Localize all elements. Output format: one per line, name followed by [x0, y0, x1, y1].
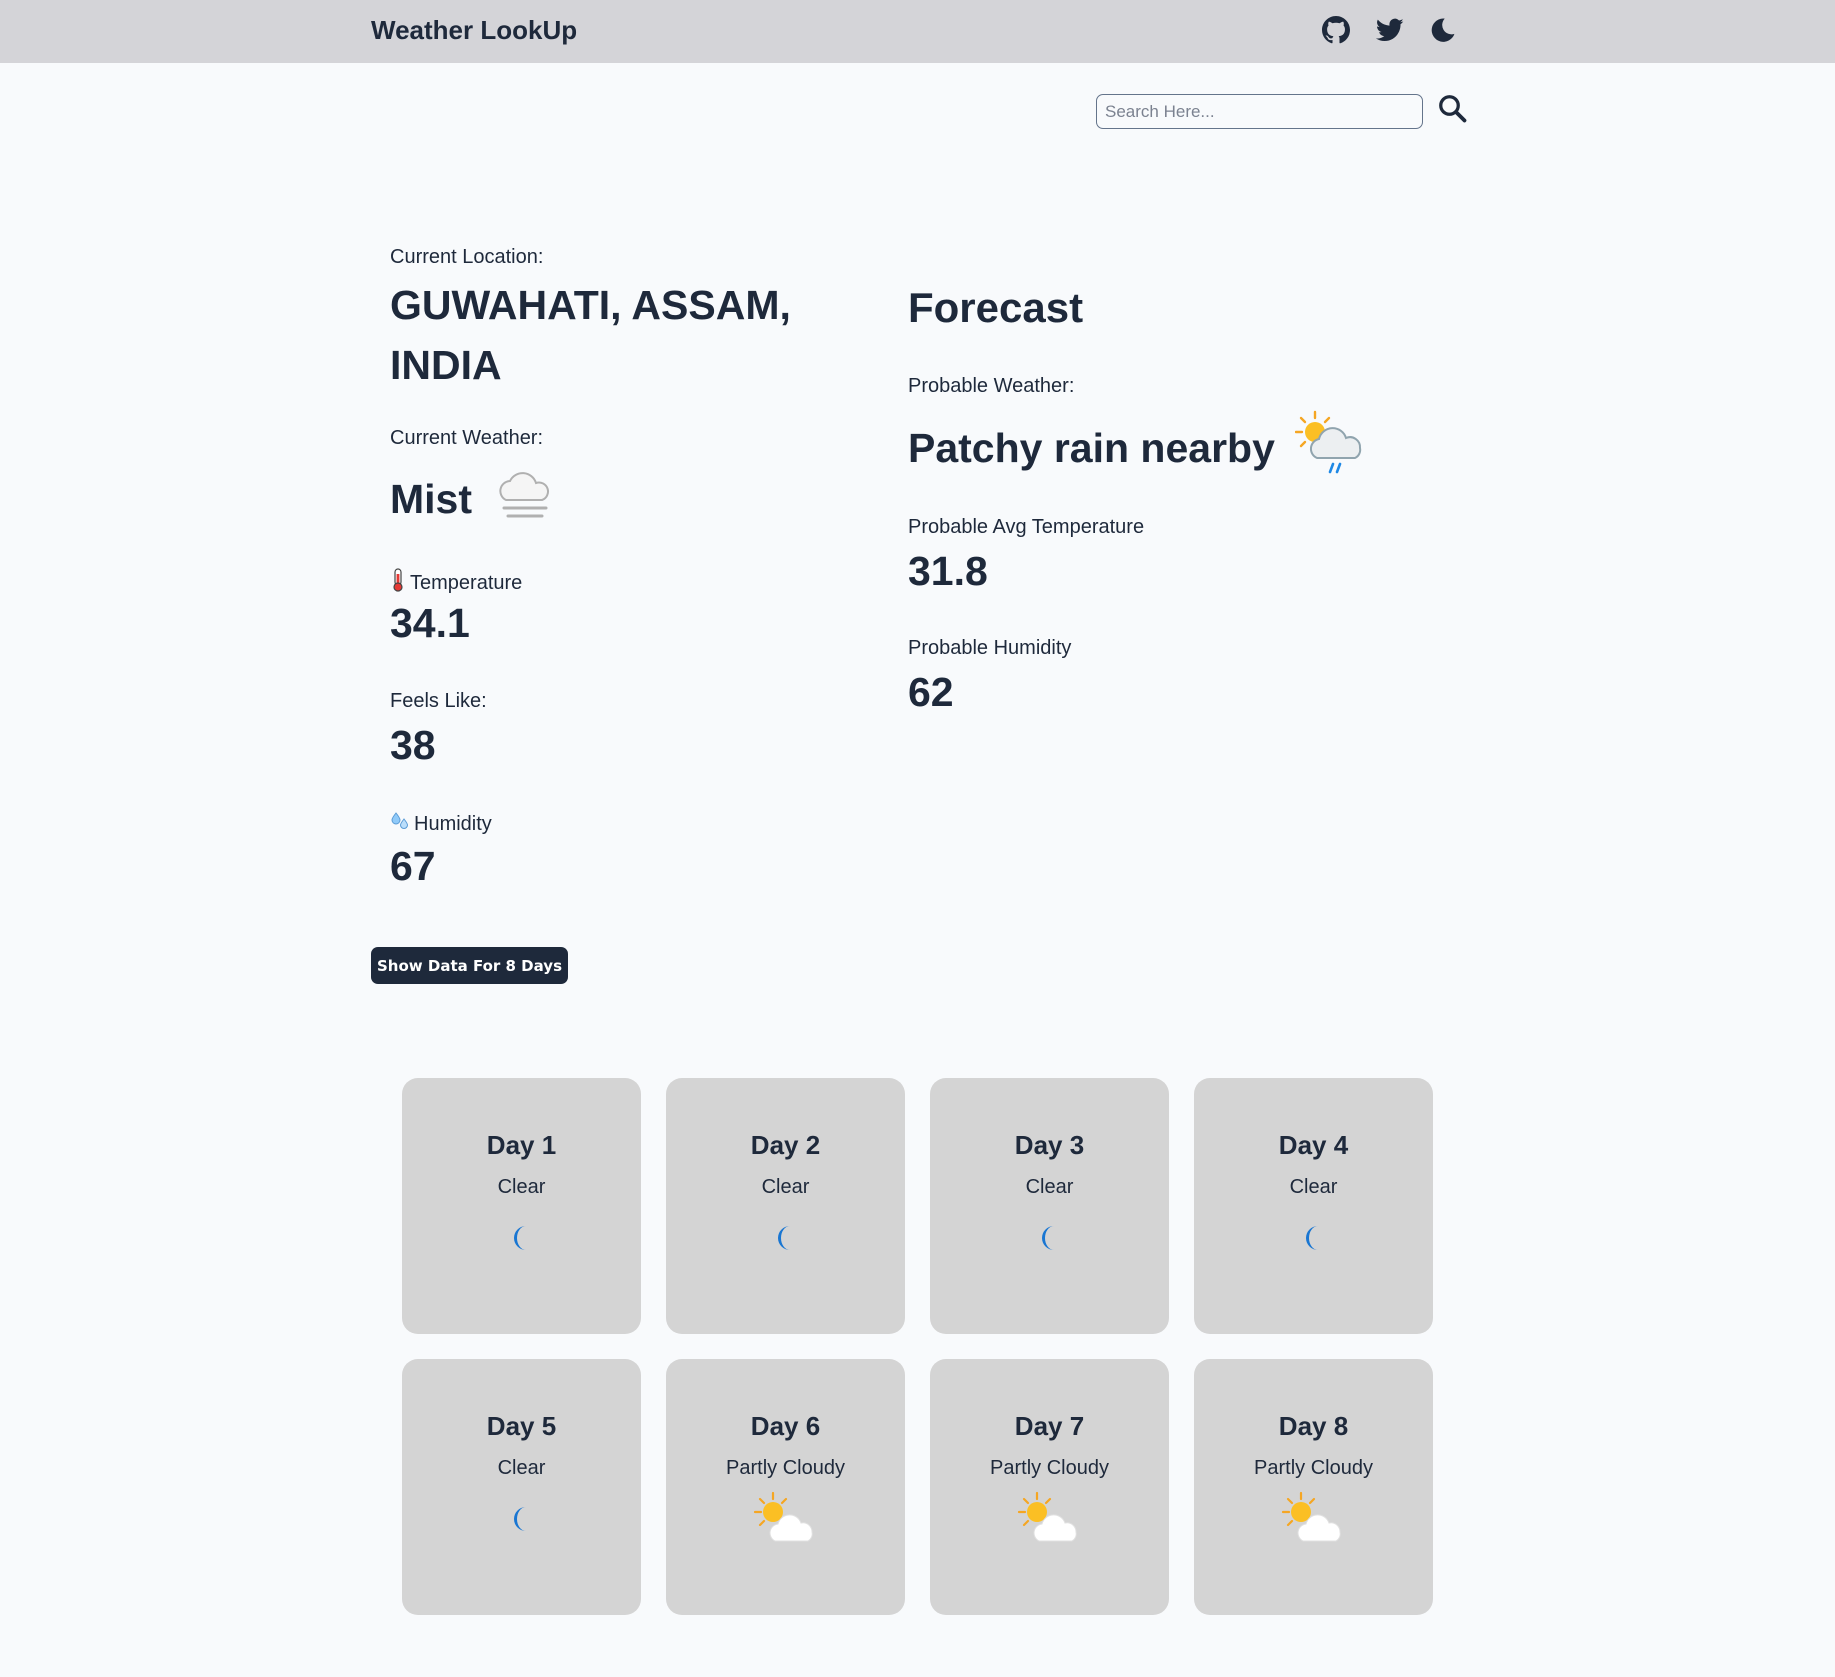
crescent-moon-icon	[487, 1208, 557, 1268]
temperature-value: 34.1	[390, 600, 470, 646]
day-card-4[interactable]: Day 4 Clear	[1194, 1078, 1433, 1334]
temperature-label: Temperature	[390, 568, 522, 598]
day-card-6[interactable]: Day 6 Partly Cloudy	[666, 1359, 905, 1615]
day-condition: Partly Cloudy	[726, 1457, 845, 1479]
day-title: Day 8	[1278, 1411, 1349, 1441]
forecast-title: Forecast	[908, 284, 1084, 331]
day-condition: Partly Cloudy	[1254, 1457, 1373, 1479]
day-card-2[interactable]: Day 2 Clear	[666, 1078, 905, 1334]
day-condition: Clear	[1289, 1176, 1338, 1198]
fog-icon	[494, 466, 554, 532]
sun-cloud-rain-icon	[1294, 410, 1367, 486]
search-input[interactable]	[1096, 94, 1423, 129]
probable-weather-label: Probable Weather:	[908, 375, 1075, 397]
navbar: Weather LookUp	[0, 0, 1835, 63]
day-card-7[interactable]: Day 7 Partly Cloudy	[930, 1359, 1169, 1615]
temperature-label-text: Temperature	[410, 571, 523, 594]
day-condition: Clear	[497, 1457, 546, 1479]
day-card-3[interactable]: Day 3 Clear	[930, 1078, 1169, 1334]
twitter-icon[interactable]	[1376, 16, 1404, 44]
probable-avg-temp-value: 31.8	[908, 548, 988, 594]
day-card-1[interactable]: Day 1 Clear	[402, 1078, 641, 1334]
crescent-moon-icon	[1015, 1208, 1085, 1268]
brand-title[interactable]: Weather LookUp	[371, 15, 577, 46]
day-title: Day 2	[750, 1130, 821, 1160]
probable-weather: Patchy rain nearby	[908, 410, 1367, 486]
day-card-5[interactable]: Day 5 Clear	[402, 1359, 641, 1615]
day-title: Day 1	[486, 1130, 557, 1160]
day-condition: Clear	[1025, 1176, 1074, 1198]
day-condition: Partly Cloudy	[990, 1457, 1109, 1479]
day-title: Day 5	[486, 1411, 557, 1441]
day-title: Day 6	[750, 1411, 821, 1441]
sun-behind-cloud-icon	[751, 1489, 821, 1549]
current-weather-value: Mist	[390, 475, 472, 522]
current-weather: Mist	[390, 466, 554, 532]
github-icon[interactable]	[1322, 16, 1350, 44]
probable-humidity-value: 62	[908, 669, 954, 715]
day-title: Day 3	[1014, 1130, 1085, 1160]
day-condition: Clear	[497, 1176, 546, 1198]
day-condition: Clear	[761, 1176, 810, 1198]
probable-avg-temp-label: Probable Avg Temperature	[908, 516, 1145, 538]
crescent-moon-icon	[1279, 1208, 1349, 1268]
droplets-icon	[390, 811, 410, 837]
humidity-label-text: Humidity	[414, 812, 492, 835]
humidity-label: Humidity	[390, 811, 492, 837]
feels-like-label: Feels Like:	[390, 690, 487, 712]
sun-behind-cloud-icon	[1015, 1489, 1085, 1549]
search-icon[interactable]	[1437, 93, 1467, 123]
day-title: Day 7	[1014, 1411, 1085, 1441]
feels-like-value: 38	[390, 722, 436, 768]
show-8-days-button[interactable]: Show Data For 8 Days	[371, 947, 568, 984]
crescent-moon-icon	[751, 1208, 821, 1268]
humidity-value: 67	[390, 843, 436, 889]
thermometer-icon	[390, 568, 406, 598]
day-card-8[interactable]: Day 8 Partly Cloudy	[1194, 1359, 1433, 1615]
location-label: Current Location:	[390, 246, 544, 268]
probable-weather-value: Patchy rain nearby	[908, 424, 1275, 471]
moon-icon[interactable]	[1429, 16, 1457, 44]
probable-humidity-label: Probable Humidity	[908, 637, 1072, 659]
location-value: GUWAHATI, ASSAM, INDIA	[390, 282, 791, 388]
current-weather-label: Current Weather:	[390, 427, 544, 449]
day-title: Day 4	[1278, 1130, 1349, 1160]
sun-behind-cloud-icon	[1279, 1489, 1349, 1549]
crescent-moon-icon	[487, 1489, 557, 1549]
